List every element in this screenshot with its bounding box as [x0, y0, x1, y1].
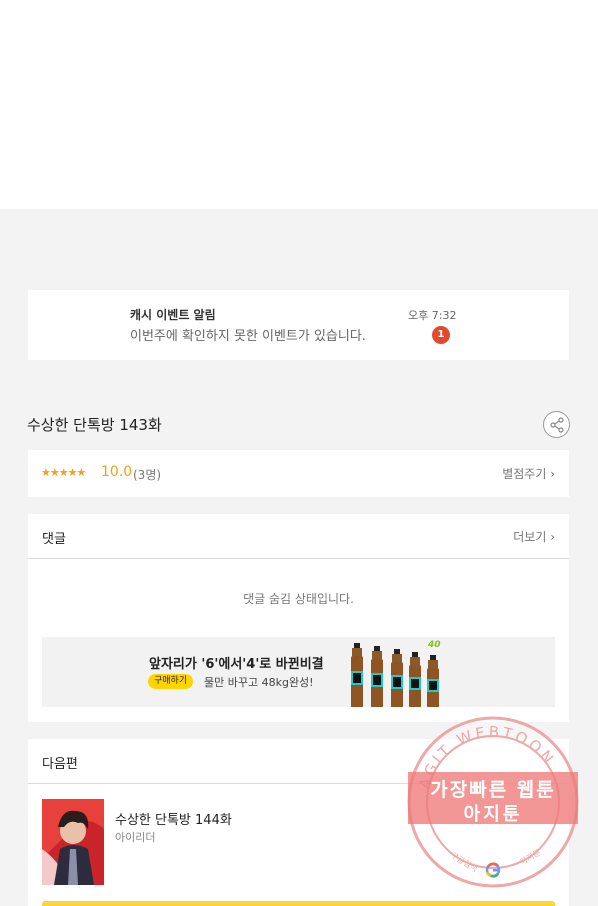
notification-time: 오후 7:32	[408, 309, 457, 322]
top-blank-area	[0, 0, 598, 209]
ad-promo-badge: 40	[428, 640, 441, 650]
rating-score: 10.0	[101, 464, 133, 480]
rating-stars: ★★★★★	[41, 466, 86, 479]
watermark-line2: 아지툰	[463, 804, 523, 825]
bottles-image	[351, 643, 439, 707]
ad-subtext: 물만 바꾸고 48kg완성!	[204, 676, 314, 689]
thumbnail-image	[42, 799, 104, 885]
comments-more-link[interactable]: 더보기 ›	[513, 528, 555, 545]
rate-button[interactable]: 별점주기 ›	[502, 465, 555, 482]
rating-card: ★★★★★ 10.0 (3명) 별점주기 ›	[28, 450, 569, 497]
next-episode-button[interactable]	[42, 901, 555, 906]
watermark-banner: 가장빠른 웹툰 아지툰	[408, 772, 578, 825]
notification-badge: 1	[432, 326, 450, 344]
comments-title: 댓글	[42, 532, 66, 547]
ad-banner[interactable]: 앞자리가 '6'에서'4'로 바뀐비결 구매하기 물만 바꾸고 48kg완성!	[42, 637, 555, 707]
ad-headline: 앞자리가 '6'에서'4'로 바뀐비결	[149, 657, 324, 672]
watermark-line1: 가장빠른 웹툰	[430, 779, 556, 801]
next-episode-title[interactable]: 수상한 단톡방 144화	[115, 809, 232, 828]
episode-title: 수상한 단톡방 143화	[27, 416, 162, 434]
comments-hidden-message: 댓글 숨김 상태입니다.	[243, 592, 354, 606]
share-icon	[550, 417, 564, 433]
divider	[28, 558, 569, 559]
notification-title: 캐시 이벤트 알림	[130, 308, 216, 322]
notification-body: 이번주에 확인하지 못한 이벤트가 있습니다.	[130, 329, 366, 344]
ad-buy-button[interactable]: 구매하기	[148, 674, 194, 689]
next-episode-author: 아이리더	[115, 831, 156, 844]
next-episode-thumbnail[interactable]	[42, 799, 104, 885]
next-episode-header: 다음편	[42, 757, 78, 772]
share-button[interactable]	[543, 411, 570, 438]
rating-count: (3명)	[133, 468, 162, 482]
comments-section: 댓글 더보기 › 댓글 숨김 상태입니다. 앞자리가 '6'에서'4'로 바뀐비…	[28, 514, 569, 722]
notification-card[interactable]: 캐시 이벤트 알림 이번주에 확인하지 못한 이벤트가 있습니다. 오후 7:3…	[28, 290, 569, 360]
